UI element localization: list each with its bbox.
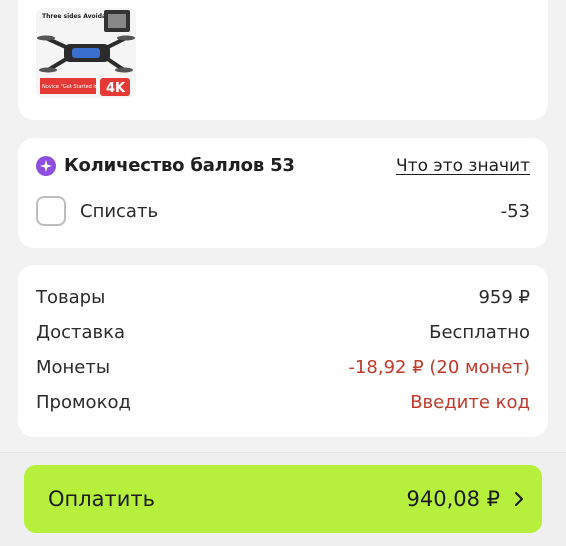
chevron-right-icon	[515, 492, 523, 506]
product-card: Three sides Avoidance Novice "Get Starte…	[18, 0, 548, 120]
summary-label: Доставка	[36, 322, 125, 343]
summary-row-delivery: Доставка Бесплатно	[36, 322, 530, 343]
writeoff-label: Списать	[80, 200, 159, 222]
points-title: Количество баллов 53	[36, 155, 295, 176]
summary-row-goods: Товары 959 ₽	[36, 287, 530, 308]
summary-value: Бесплатно	[429, 322, 530, 343]
order-summary-card: Товары 959 ₽ Доставка Бесплатно Монеты -…	[18, 265, 548, 437]
points-info-link[interactable]: Что это значит	[396, 156, 530, 176]
pay-button-label: Оплатить	[48, 487, 156, 511]
summary-row-coins: Монеты -18,92 ₽ (20 монет)	[36, 357, 530, 378]
sparkle-icon	[36, 155, 56, 176]
summary-label: Монеты	[36, 357, 111, 378]
points-header-row: Количество баллов 53 Что это значит	[36, 155, 530, 176]
writeoff-checkbox[interactable]	[36, 196, 66, 226]
points-writeoff-row: Списать -53	[36, 196, 530, 226]
summary-row-promo: Промокод Введите код	[36, 392, 530, 413]
pay-bar: Оплатить 940,08 ₽	[0, 452, 566, 546]
points-card: Количество баллов 53 Что это значит Спис…	[18, 138, 548, 248]
product-thumbnail[interactable]: Three sides Avoidance Novice "Get Starte…	[36, 8, 136, 98]
pay-button[interactable]: Оплатить 940,08 ₽	[24, 465, 542, 533]
summary-label: Промокод	[36, 392, 131, 413]
summary-label: Товары	[36, 287, 106, 308]
summary-value: 959 ₽	[478, 287, 530, 308]
pay-amount: 940,08 ₽	[406, 487, 500, 511]
writeoff-value: -53	[500, 200, 530, 222]
product-image-badge: 4K	[106, 81, 126, 96]
points-title-text: Количество баллов 53	[64, 155, 295, 176]
coins-discount-value: -18,92 ₽ (20 монет)	[348, 357, 530, 378]
drone-image-icon: Three sides Avoidance Novice "Get Starte…	[36, 8, 136, 98]
promo-code-link[interactable]: Введите код	[410, 392, 530, 413]
